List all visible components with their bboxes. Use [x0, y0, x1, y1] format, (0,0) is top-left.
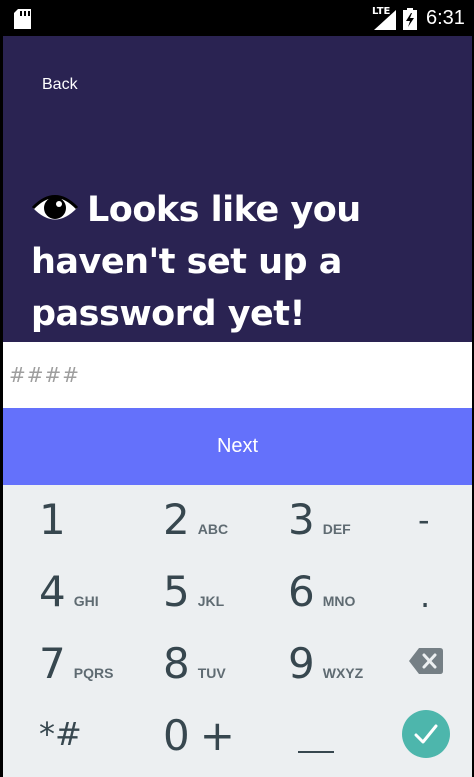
status-bar: LTE 6:31 [0, 0, 474, 36]
back-button[interactable]: Back [42, 76, 78, 94]
key-4[interactable]: 4 GHI [39, 567, 99, 616]
header-panel: Back Looks like you haven't set up a pas… [3, 36, 472, 342]
key-letters: WXYZ [322, 665, 364, 681]
key-letters: GHI [73, 593, 99, 609]
key-plus: + [199, 711, 235, 760]
key-1[interactable]: 1 [39, 495, 66, 544]
key-letters: MNO [322, 593, 356, 609]
key-letters: ABC [197, 521, 229, 537]
key-digit: 1 [39, 495, 66, 544]
sd-card-icon [14, 9, 31, 29]
key-digit: 7 [39, 639, 66, 688]
key-5[interactable]: 5 JKL [163, 567, 224, 616]
checkmark-icon [414, 724, 438, 744]
page-title: Looks like you haven't set up a password… [31, 184, 461, 340]
key-letters: TUV [197, 665, 226, 681]
key-0[interactable]: 0 + [163, 711, 235, 760]
numeric-keypad: 1 2 ABC 3 DEF - 4 GHI 5 JKL 6 MNO . 7 PQRS 8 TU… [3, 485, 472, 777]
key-8[interactable]: 8 TUV [163, 639, 226, 688]
password-input[interactable] [3, 342, 472, 408]
key-digit: 6 [288, 567, 315, 616]
key-6[interactable]: 6 MNO [288, 567, 355, 616]
key-digit: 3 [288, 495, 315, 544]
eye-icon [31, 195, 79, 220]
key-digit: 2 [163, 495, 190, 544]
space-key[interactable] [298, 751, 334, 753]
done-button[interactable] [402, 710, 450, 758]
key-7[interactable]: 7 PQRS [39, 639, 113, 688]
backspace-icon[interactable] [409, 648, 443, 674]
signal-icon [374, 10, 396, 30]
key-digit: 9 [288, 639, 315, 688]
clock: 6:31 [426, 7, 465, 29]
key-9[interactable]: 9 WXYZ [288, 639, 363, 688]
page-title-text: Looks like you haven't set up a password… [31, 190, 361, 334]
key-dot[interactable]: . [420, 577, 430, 615]
key-3[interactable]: 3 DEF [288, 495, 351, 544]
key-digit: 5 [163, 567, 190, 616]
battery-charging-icon [403, 8, 417, 30]
key-star-hash[interactable]: *# [39, 715, 82, 753]
key-minus[interactable]: - [418, 501, 430, 539]
key-digit: 4 [39, 567, 66, 616]
key-letters: PQRS [73, 665, 114, 681]
key-digit: 8 [163, 639, 190, 688]
key-letters: DEF [322, 521, 351, 537]
next-button[interactable]: Next [3, 408, 472, 485]
key-digit: 0 [163, 711, 190, 760]
phone-screen: LTE 6:31 Back Looks like you haven't set… [0, 0, 474, 777]
key-2[interactable]: 2 ABC [163, 495, 228, 544]
key-letters: JKL [197, 593, 225, 609]
